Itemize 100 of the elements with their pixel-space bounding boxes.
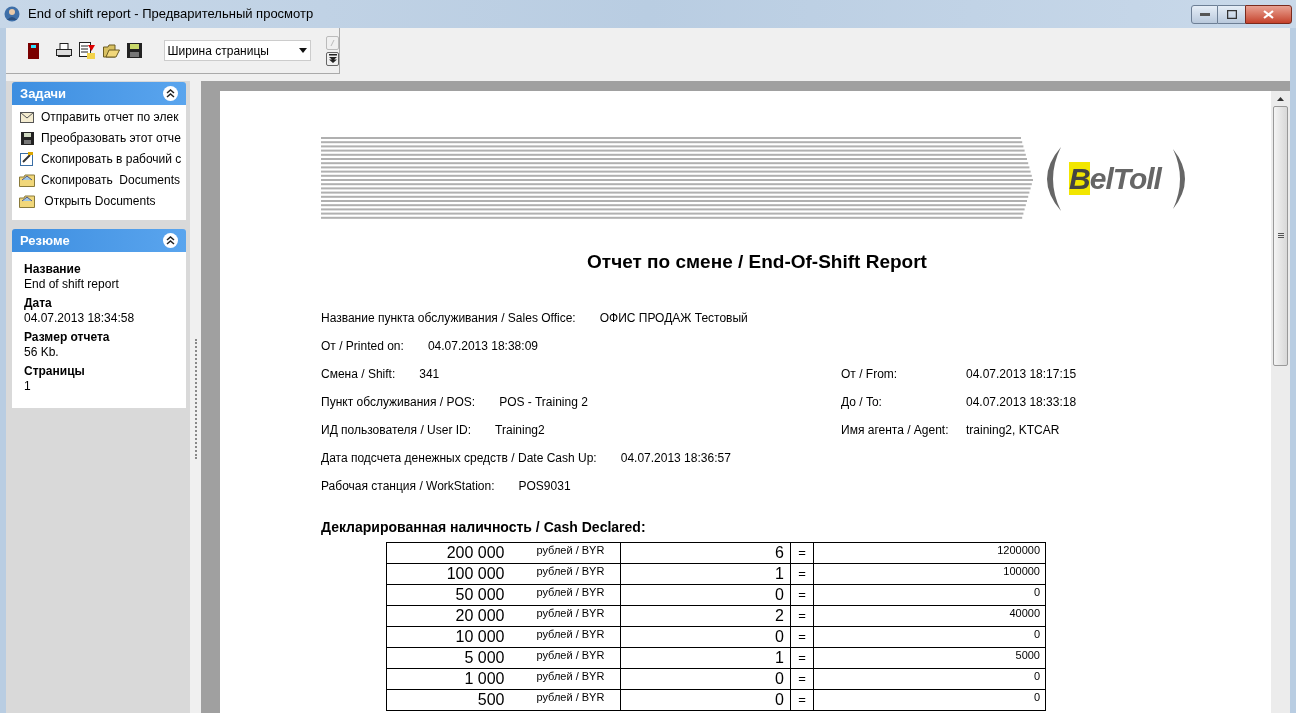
table-cell: = xyxy=(790,668,814,689)
info-value: POS9031 xyxy=(518,477,571,493)
table-cell: = xyxy=(790,563,814,584)
table-cell: рублей / BYR xyxy=(536,647,621,668)
task-link[interactable]: Скопировать в рабочий с xyxy=(19,150,186,168)
panel-title: Задачи xyxy=(20,84,67,103)
table-cell: 1 000 xyxy=(386,668,537,689)
maximize-button[interactable] xyxy=(1218,4,1245,24)
floppy-disk-icon[interactable] xyxy=(126,43,142,58)
door-icon[interactable] xyxy=(28,42,39,59)
close-button[interactable] xyxy=(1245,4,1292,24)
table-cell: 1 xyxy=(620,647,791,668)
table-cell: 2 xyxy=(620,605,791,626)
table-cell: рублей / BYR xyxy=(536,542,621,563)
info-label: Дата подсчета денежных средств / Date Cash Up: xyxy=(321,449,597,465)
task-link[interactable]: Отправить отчет по элек xyxy=(19,108,186,126)
field-value: 04.07.2013 18:34:58 xyxy=(24,311,136,326)
info-label: До / To: xyxy=(841,393,882,409)
table-cell: 0 xyxy=(813,689,1046,710)
table-cell: 1200000 xyxy=(813,542,1046,563)
field-value: 1 xyxy=(24,379,32,394)
info-value: Training2 xyxy=(495,421,545,437)
section-heading: Декларированная наличность / Cash Declared: xyxy=(321,517,647,537)
info-value: 04.07.2013 18:17:15 xyxy=(966,365,1077,381)
dropdown-arrow-icon xyxy=(299,48,307,53)
task-link[interactable]: Скопировать Documents xyxy=(19,171,186,189)
table-cell: 0 xyxy=(620,584,791,605)
info-value: 04.07.2013 18:36:57 xyxy=(620,449,731,465)
print-preview-icon[interactable] xyxy=(78,42,96,59)
table-cell: рублей / BYR xyxy=(536,563,621,584)
zoom-dropdown[interactable]: Ширина страницы xyxy=(163,40,311,61)
info-label: Имя агента / Agent: xyxy=(841,421,949,437)
clipboard-icon xyxy=(20,152,34,166)
field-value: 56 Kb. xyxy=(24,345,60,360)
field-label: Дата xyxy=(24,296,53,311)
panel-title: Резюме xyxy=(20,231,70,250)
table-cell: 20 000 xyxy=(386,605,537,626)
info-value: 341 xyxy=(419,365,440,381)
info-value: POS - Training 2 xyxy=(499,393,588,409)
field-label: Название xyxy=(24,262,82,277)
table-cell: 0 xyxy=(620,626,791,647)
table-cell: рублей / BYR xyxy=(536,668,621,689)
task-link[interactable]: Открыть Documents xyxy=(19,192,186,210)
table-cell: = xyxy=(790,584,814,605)
table-cell: 100000 xyxy=(813,563,1046,584)
field-label: Размер отчета xyxy=(24,330,111,345)
minimize-button[interactable] xyxy=(1191,4,1218,24)
table-cell: = xyxy=(790,626,814,647)
table-cell: 500 xyxy=(386,689,537,710)
table-cell: = xyxy=(790,647,814,668)
info-value: training2, KTCAR xyxy=(966,421,1060,437)
double-arrow-icon xyxy=(328,54,337,63)
table-cell: 200 000 xyxy=(386,542,537,563)
close-icon xyxy=(1263,9,1274,19)
table-cell: рублей / BYR xyxy=(536,605,621,626)
table-cell: = xyxy=(790,689,814,710)
info-label: От / Printed on: xyxy=(321,337,404,353)
task-link[interactable]: Преобразовать этот отче xyxy=(19,129,186,147)
table-cell: 6 xyxy=(620,542,791,563)
table-cell: 50 000 xyxy=(386,584,537,605)
collapse-button[interactable] xyxy=(163,233,178,248)
info-label: ИД пользователя / User ID: xyxy=(321,421,472,437)
maximize-icon xyxy=(1226,9,1237,19)
window-title: End of shift report - Предварительный просмотр xyxy=(28,5,314,24)
table-cell: 0 xyxy=(813,626,1046,647)
table-cell: 0 xyxy=(813,668,1046,689)
info-label: Рабочая станция / WorkStation: xyxy=(321,477,495,493)
collapse-button[interactable] xyxy=(163,86,178,101)
table-cell: 100 000 xyxy=(386,563,537,584)
table-cell: рублей / BYR xyxy=(536,626,621,647)
folder-icon xyxy=(19,194,35,208)
pin-icon xyxy=(329,38,336,47)
info-value: 04.07.2013 18:33:18 xyxy=(966,393,1077,409)
field-value: End of shift report xyxy=(24,277,120,292)
table-cell: 10 000 xyxy=(386,626,537,647)
table-cell: 0 xyxy=(813,584,1046,605)
table-cell: 0 xyxy=(620,668,791,689)
info-label: От / From: xyxy=(841,365,898,381)
minimize-icon xyxy=(1199,12,1210,16)
table-cell: 5 000 xyxy=(386,647,537,668)
folder-icon xyxy=(19,173,35,187)
open-folder-icon[interactable] xyxy=(102,43,120,58)
field-label: Страницы xyxy=(24,364,86,379)
table-cell: = xyxy=(790,542,814,563)
app-icon xyxy=(4,6,20,22)
printer-icon[interactable] xyxy=(55,43,72,58)
table-cell: 0 xyxy=(620,689,791,710)
info-value: ОФИС ПРОДАЖ Тестовый xyxy=(599,309,748,325)
scrollbar-thumb[interactable] xyxy=(1273,106,1288,366)
table-cell: = xyxy=(790,605,814,626)
table-cell: 5000 xyxy=(813,647,1046,668)
info-value: 04.07.2013 18:38:09 xyxy=(427,337,538,353)
overflow-button[interactable] xyxy=(326,51,339,66)
info-label: Пункт обслуживания / POS: xyxy=(321,393,476,409)
info-label: Название пункта обслуживания / Sales Office: xyxy=(321,309,576,325)
envelope-icon xyxy=(20,111,34,123)
table-cell: рублей / BYR xyxy=(536,584,621,605)
info-label: Смена / Shift: xyxy=(321,365,396,381)
table-cell: 1 xyxy=(620,563,791,584)
table-cell: 40000 xyxy=(813,605,1046,626)
